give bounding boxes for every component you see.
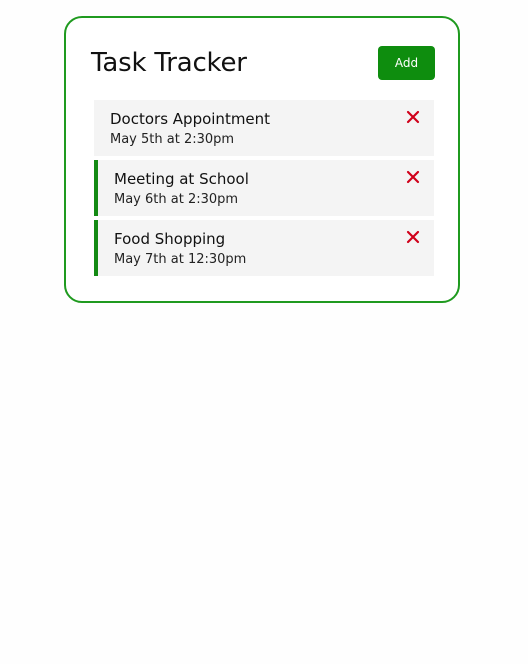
task-item[interactable]: Meeting at School May 6th at 2:30pm [94,160,434,216]
task-title: Doctors Appointment [110,110,271,128]
close-x-icon[interactable] [406,110,420,124]
task-date: May 6th at 2:30pm [114,192,239,207]
close-x-icon[interactable] [406,230,420,244]
task-date: May 5th at 2:30pm [110,132,235,147]
task-date: May 7th at 12:30pm [114,252,247,267]
task-item[interactable]: Doctors Appointment May 5th at 2:30pm [94,100,434,156]
page-title: Task Tracker [91,48,247,78]
header: Task Tracker Add [91,46,435,82]
task-title: Meeting at School [114,170,249,188]
task-item[interactable]: Food Shopping May 7th at 12:30pm [94,220,434,276]
add-button[interactable]: Add [378,46,435,80]
task-list: Doctors Appointment May 5th at 2:30pm Me… [94,100,434,280]
close-x-icon[interactable] [406,170,420,184]
task-title: Food Shopping [114,230,226,248]
task-tracker-card: Task Tracker Add Doctors Appointment May… [64,16,460,303]
